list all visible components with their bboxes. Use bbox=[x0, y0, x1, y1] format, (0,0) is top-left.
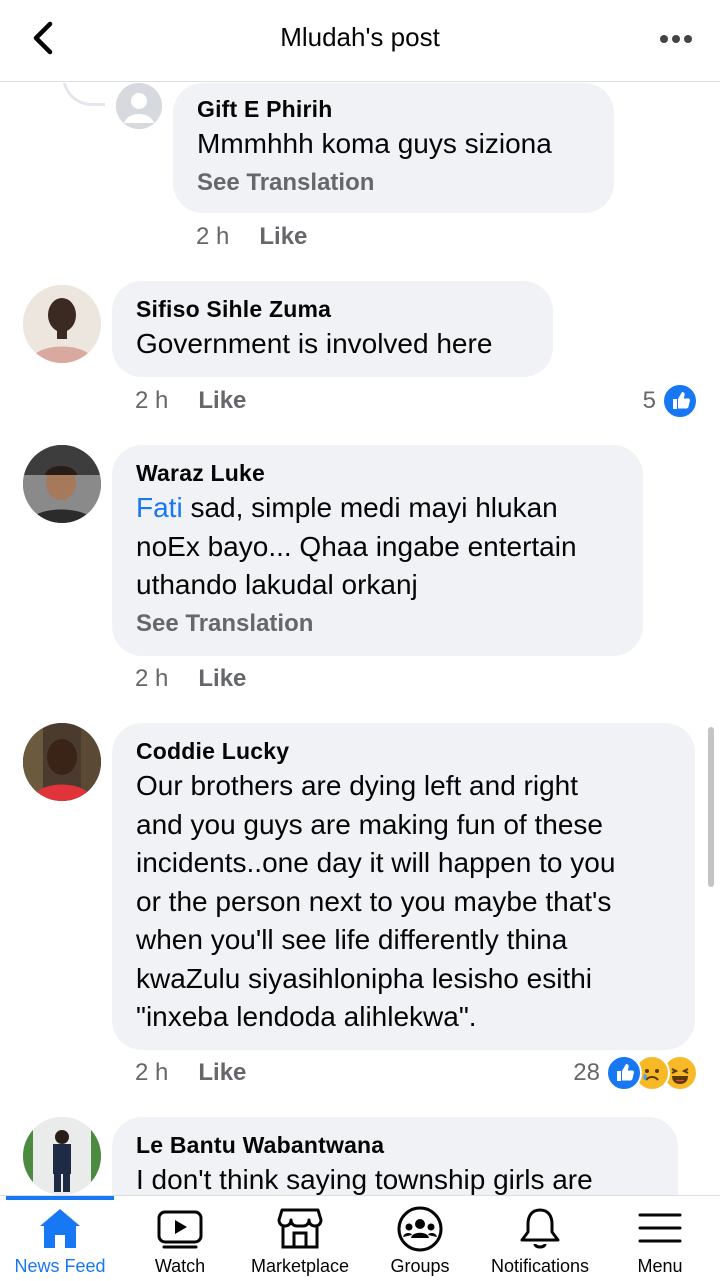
tab-label: Watch bbox=[154, 1256, 206, 1276]
comment-text-line: incidents..one day it will happen to you bbox=[136, 847, 616, 878]
avatar[interactable] bbox=[23, 445, 101, 523]
comment-bubble[interactable]: Waraz Luke Fati sad, simple medi mayi hl… bbox=[112, 445, 643, 656]
like-reaction-icon bbox=[662, 383, 698, 419]
page-title: Mludah's post bbox=[280, 22, 440, 52]
comment-time: 2 h bbox=[135, 1059, 169, 1086]
comment-text-line: when you'll see life differently thina bbox=[136, 924, 568, 955]
comment-text-line: uthando lakudal orkanj bbox=[136, 569, 418, 600]
comment-meta: 2 h Like bbox=[135, 1059, 246, 1087]
scrollbar[interactable] bbox=[708, 727, 714, 887]
see-translation-link[interactable]: See Translation bbox=[197, 166, 590, 200]
comment-bubble[interactable]: Gift E Phirih Mmmhhh koma guys siziona S… bbox=[173, 83, 614, 213]
comment-time: 2 h bbox=[135, 387, 169, 414]
user-photo-icon bbox=[23, 1117, 101, 1195]
comment-text: Government is involved here bbox=[136, 328, 493, 359]
see-translation-link[interactable]: See Translation bbox=[136, 607, 619, 641]
reaction-count: 5 bbox=[642, 387, 656, 414]
menu-icon bbox=[638, 1213, 682, 1243]
comments-feed[interactable]: Gift E Phirih Mmmhhh koma guys siziona S… bbox=[0, 83, 720, 1195]
comment-text-line: kwaZulu siyasihlonipha lesisho esithi bbox=[136, 962, 593, 994]
more-icon bbox=[660, 35, 692, 43]
comment-text: Fati sad, simple medi mayi hlukan noEx b… bbox=[136, 489, 619, 605]
user-photo-icon bbox=[23, 445, 101, 523]
groups-icon bbox=[397, 1206, 443, 1252]
avatar[interactable] bbox=[116, 83, 162, 129]
default-avatar-icon bbox=[116, 83, 162, 129]
bottom-tab-bar: News Feed Watch Marketplace Groups Notif… bbox=[0, 1195, 720, 1280]
like-button[interactable]: Like bbox=[198, 665, 246, 692]
comment-bubble[interactable]: Le Bantu Wabantwana I don't think saying… bbox=[112, 1117, 678, 1195]
comment-author[interactable]: Sifiso Sihle Zuma bbox=[136, 295, 529, 323]
like-reaction-icon bbox=[606, 1055, 642, 1091]
like-button[interactable]: Like bbox=[259, 223, 307, 250]
comment-author[interactable]: Le Bantu Wabantwana bbox=[136, 1131, 654, 1159]
comment-text: Mmmhhh koma guys siziona bbox=[197, 128, 552, 159]
comment-text-line: Our brothers are dying left and right bbox=[136, 770, 579, 801]
bell-icon bbox=[520, 1208, 560, 1249]
reaction-summary[interactable]: 5 bbox=[643, 383, 698, 419]
mention-link[interactable]: Fati bbox=[136, 492, 183, 523]
tab-label: Notifications bbox=[490, 1256, 590, 1276]
comment-time: 2 h bbox=[196, 223, 230, 250]
comment-text-line: noEx bayo... Qhaa ingabe entertain bbox=[136, 530, 577, 562]
comment-meta: 2 h Like bbox=[196, 223, 307, 251]
avatar[interactable] bbox=[23, 1117, 101, 1195]
more-options-button[interactable] bbox=[654, 20, 698, 58]
tab-label: Marketplace bbox=[250, 1256, 350, 1276]
tab-notifications[interactable]: Notifications bbox=[480, 1196, 600, 1281]
tab-marketplace[interactable]: Marketplace bbox=[240, 1196, 360, 1281]
comment-text-line: or the person next to you maybe that's bbox=[136, 885, 612, 917]
like-button[interactable]: Like bbox=[198, 1059, 246, 1086]
shop-icon bbox=[277, 1208, 323, 1249]
comment-text: Our brothers are dying left and right an… bbox=[136, 767, 671, 1037]
reply-thread-line bbox=[62, 83, 105, 106]
reaction-count: 28 bbox=[573, 1059, 600, 1086]
user-photo-icon bbox=[23, 723, 101, 801]
avatar[interactable] bbox=[23, 723, 101, 801]
like-button[interactable]: Like bbox=[198, 387, 246, 414]
tab-label: News Feed bbox=[14, 1256, 106, 1276]
header: Mludah's post bbox=[0, 0, 720, 82]
comment-bubble[interactable]: Sifiso Sihle Zuma Government is involved… bbox=[112, 281, 553, 377]
comment-meta: 2 h Like bbox=[135, 387, 246, 415]
home-icon bbox=[40, 1209, 80, 1248]
tab-groups[interactable]: Groups bbox=[360, 1196, 480, 1281]
tab-menu[interactable]: Menu bbox=[600, 1196, 720, 1281]
tab-news-feed[interactable]: News Feed bbox=[0, 1196, 120, 1281]
comment-meta: 2 h Like bbox=[135, 665, 246, 693]
reaction-summary[interactable]: 28 bbox=[573, 1055, 698, 1091]
tab-label: Menu bbox=[637, 1256, 683, 1276]
comment-author[interactable]: Gift E Phirih bbox=[197, 95, 590, 123]
comment-text-line: and you guys are making fun of these bbox=[136, 808, 603, 840]
comment-time: 2 h bbox=[135, 665, 169, 692]
comment-author[interactable]: Waraz Luke bbox=[136, 459, 619, 487]
tab-label: Groups bbox=[390, 1256, 450, 1276]
comment-bubble[interactable]: Coddie Lucky Our brothers are dying left… bbox=[112, 723, 695, 1050]
comment-text: I don't think saying township girls are bbox=[136, 1164, 593, 1195]
comment-text-line: sad, simple medi mayi hlukan bbox=[182, 492, 558, 523]
avatar[interactable] bbox=[23, 285, 101, 363]
tab-watch[interactable]: Watch bbox=[120, 1196, 240, 1281]
comment-author[interactable]: Coddie Lucky bbox=[136, 737, 671, 765]
user-photo-icon bbox=[23, 285, 101, 363]
video-icon bbox=[157, 1210, 203, 1249]
comment-text-line: "inxeba lendoda alihlekwa". bbox=[136, 1001, 477, 1032]
